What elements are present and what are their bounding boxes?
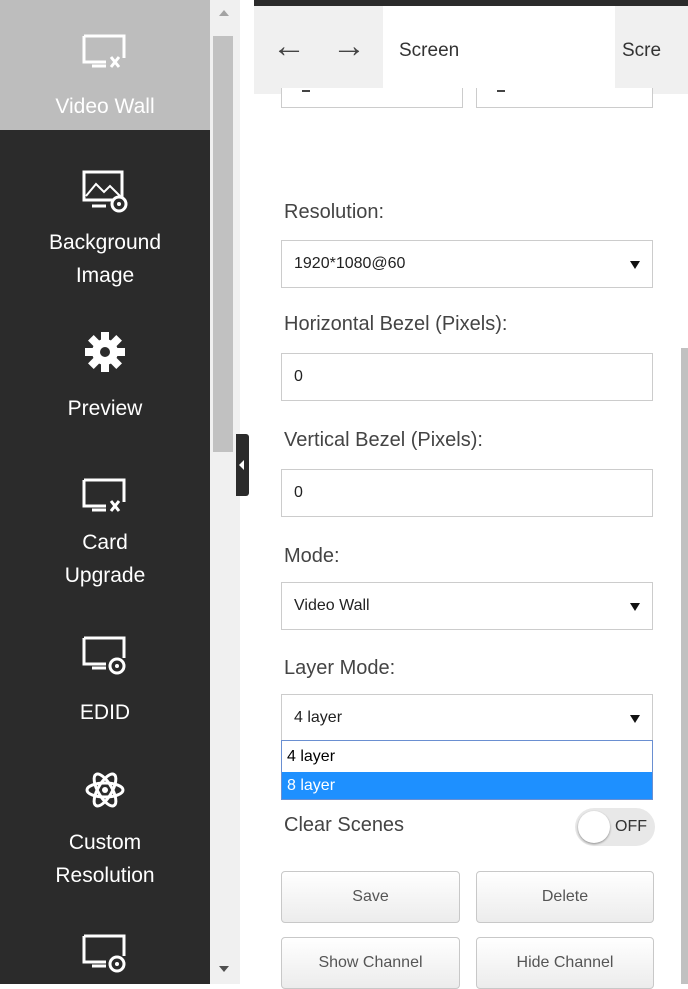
input-field-partial[interactable] [281,88,463,108]
horizontal-bezel-label: Horizontal Bezel (Pixels): [284,313,508,335]
sidebar-item-label: Preview [67,397,143,420]
mode-select[interactable]: Video Wall [281,582,653,630]
tab-label: Screen [399,40,460,61]
sidebar-item-video-wall[interactable]: Video Wall [0,0,210,130]
tab-screen[interactable]: Screen [383,6,615,94]
layer-mode-select[interactable]: 4 layer [281,694,653,742]
mode-value: Video Wall [294,597,370,614]
layer-mode-options: 4 layer 8 layer [281,740,653,800]
scroll-down-arrow-icon[interactable] [219,966,229,972]
show-channel-button[interactable]: Show Channel [281,937,460,989]
clear-scenes-toggle[interactable]: OFF [575,808,655,846]
sidebar-item-card-upgrade[interactable]: Card Upgrade [0,450,210,600]
layer-mode-value: 4 layer [294,709,343,726]
delete-button[interactable]: Delete [476,871,654,923]
sidebar-item-label: EDID [79,701,131,724]
layer-option-8[interactable]: 8 layer [282,772,652,799]
layer-option-4[interactable]: 4 layer [282,743,652,770]
sidebar-item-label: Video Wall [55,95,155,118]
forward-arrow-icon[interactable]: → [332,26,366,66]
toggle-state: OFF [615,818,647,835]
save-button[interactable]: Save [281,871,460,923]
resolution-label: Resolution: [284,201,385,223]
input-field-partial[interactable] [476,88,653,108]
atom-icon [85,772,125,808]
hide-channel-button[interactable]: Hide Channel [476,937,654,989]
scroll-up-arrow-icon[interactable] [219,10,229,16]
clear-scenes-label: Clear Scenes [284,814,405,836]
sidebar-item-preview[interactable]: Preview [0,320,210,430]
sidebar-item-more[interactable] [0,920,210,984]
monitor-tools-icon [82,478,126,512]
toggle-knob [578,811,610,843]
tab-label: Scre [622,40,662,61]
sidebar-item-label: Background Image [48,231,162,287]
vertical-bezel-input[interactable]: 0 [281,469,653,517]
monitor-gear-icon [82,636,126,675]
horizontal-bezel-value: 0 [294,368,303,385]
horizontal-bezel-input[interactable]: 0 [281,353,653,401]
main-scrollbar-thumb[interactable] [681,348,688,984]
resolution-select[interactable]: 1920*1080@60 [281,240,653,288]
tab-screen-2[interactable]: Scre [615,6,688,94]
dropdown-arrow-icon [630,603,640,611]
layer-mode-label: Layer Mode: [284,657,396,679]
monitor-gear-icon [82,934,126,973]
mode-label: Mode: [284,545,340,567]
sidebar-item-label: Custom Resolution [55,831,155,887]
sidebar-item-edid[interactable]: EDID [0,620,210,730]
sidebar-item-label: Card Upgrade [64,531,146,587]
sidebar-item-custom-resolution[interactable]: Custom Resolution [0,750,210,900]
sidebar-nav: Video Wall Background Image Preview Card… [0,0,210,984]
sidebar-scrollbar-thumb[interactable] [213,36,233,452]
dropdown-arrow-icon [630,261,640,269]
monitor-tools-icon [82,34,126,68]
sidebar-item-background-image[interactable]: Background Image [0,150,210,300]
tab-bar: Screen ← → Scre [254,0,688,94]
gear-icon [85,332,125,372]
collapse-sidebar-handle[interactable] [236,434,249,496]
monitor-image-gear-icon [82,170,128,213]
dropdown-arrow-icon [630,715,640,723]
vertical-bezel-label: Vertical Bezel (Pixels): [284,429,483,451]
vertical-bezel-value: 0 [294,484,303,501]
back-arrow-icon[interactable]: ← [272,26,306,66]
resolution-value: 1920*1080@60 [294,255,406,272]
